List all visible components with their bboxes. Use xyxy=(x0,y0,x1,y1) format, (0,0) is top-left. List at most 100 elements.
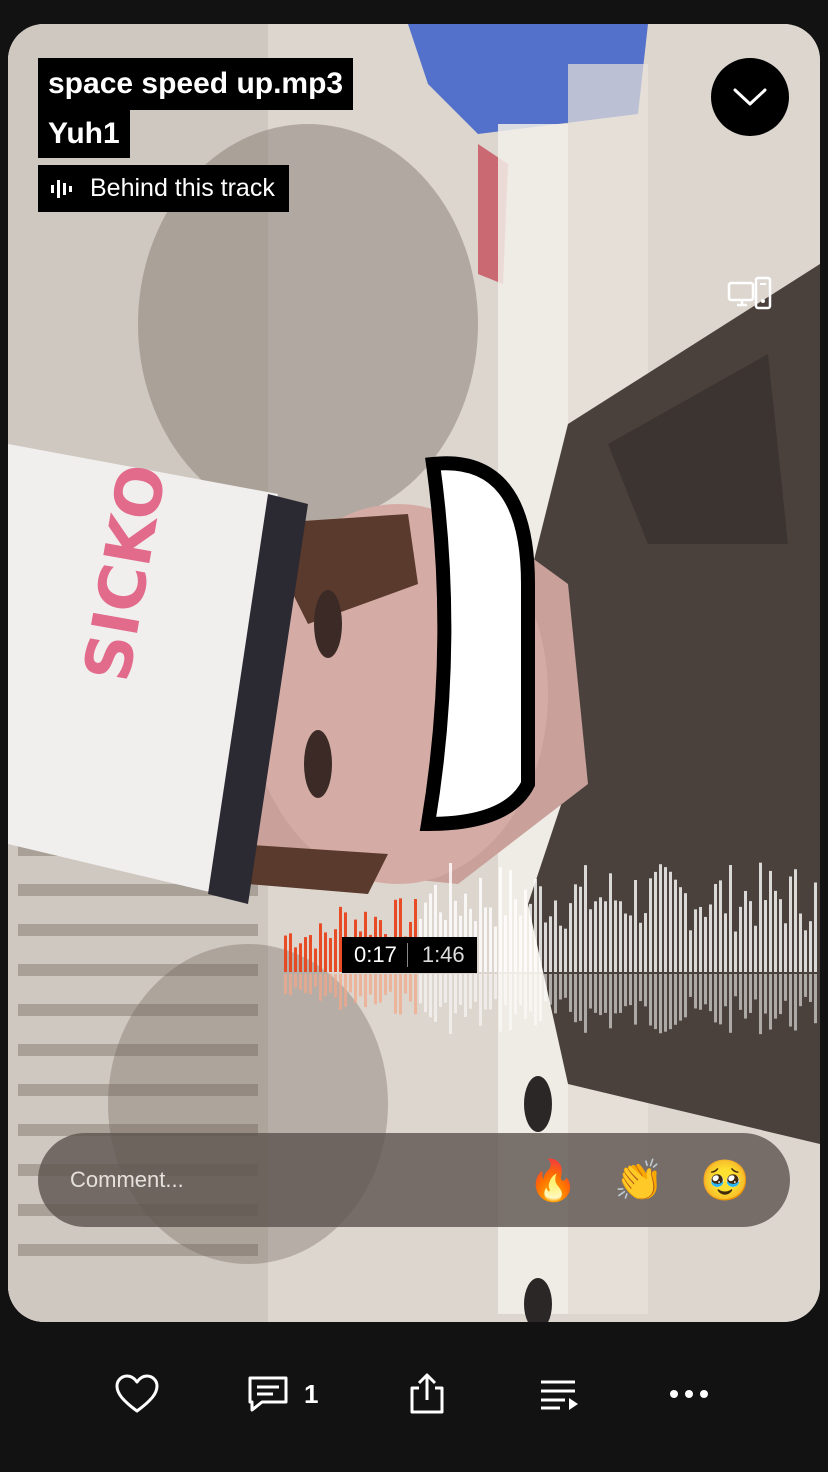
waveform-reflection-bar xyxy=(629,974,632,1006)
waveform-bar xyxy=(324,932,327,972)
behind-this-track-label: Behind this track xyxy=(90,174,275,202)
playback-time: 0:17 1:46 xyxy=(342,937,477,973)
waveform-icon xyxy=(50,178,76,200)
reaction-pleading-button[interactable]: 🥹 xyxy=(700,1155,750,1205)
reaction-clap-button[interactable]: 👏 xyxy=(614,1155,664,1205)
waveform-bar xyxy=(809,921,812,972)
waveform-reflection-bar xyxy=(534,974,537,1026)
waveform-bar xyxy=(524,889,527,972)
more-options-button[interactable] xyxy=(668,1370,710,1418)
cast-devices-button[interactable] xyxy=(726,274,774,314)
waveform-reflection-bar xyxy=(379,974,382,1003)
share-icon xyxy=(410,1373,444,1414)
waveform-bar xyxy=(599,897,602,972)
waveform-bar xyxy=(669,871,672,972)
waveform-bar xyxy=(744,890,747,972)
waveform-bar xyxy=(664,867,667,972)
waveform-bar xyxy=(299,943,302,972)
waveform-bar xyxy=(659,864,662,972)
waveform-bar xyxy=(789,876,792,972)
waveform-reflection-bar xyxy=(649,974,652,1026)
waveform-bar xyxy=(284,935,287,972)
comment-input[interactable]: Comment... xyxy=(70,1167,528,1193)
waveform-reflection-bar xyxy=(709,974,712,1012)
waveform-bar xyxy=(329,938,332,972)
waveform-reflection-bar xyxy=(319,974,322,1001)
waveform-reflection-bar xyxy=(299,974,302,990)
waveform-bar xyxy=(534,878,537,972)
waveform-bar xyxy=(754,925,757,972)
waveform-reflection-bar xyxy=(284,974,287,995)
waveform-bar xyxy=(714,883,717,972)
waveform-reflection-bar xyxy=(624,974,627,1007)
waveform-reflection-bar xyxy=(574,974,577,1023)
waveform-reflection-bar xyxy=(714,974,717,1023)
reaction-fire-button[interactable]: 🔥 xyxy=(528,1155,578,1205)
waveform-reflection-bar xyxy=(704,974,707,1005)
waveform-reflection-bar xyxy=(639,974,642,1002)
waveform-reflection-bar xyxy=(354,974,357,1003)
waveform-bar xyxy=(569,903,572,972)
waveform-reflection-bar xyxy=(504,974,507,1006)
waveform-bar xyxy=(794,869,797,972)
track-artwork: SICKO space speed up.mp3 Yuh1 Behind thi… xyxy=(8,24,820,1322)
waveform-reflection-bar xyxy=(809,974,812,1002)
share-button[interactable] xyxy=(407,1370,447,1418)
waveform-reflection-bar xyxy=(474,974,477,1002)
artwork-image: SICKO xyxy=(8,24,820,1322)
track-title[interactable]: space speed up.mp3 xyxy=(38,58,354,110)
waveform-reflection-bar xyxy=(754,974,757,1000)
waveform-bar xyxy=(644,913,647,972)
waveform-reflection-bar xyxy=(719,974,722,1025)
waveform-reflection-bar xyxy=(424,974,427,1013)
waveform-reflection-bar xyxy=(759,974,762,1035)
waveform-bar xyxy=(609,873,612,972)
waveform-bar xyxy=(759,862,762,972)
waveform-reflection-bar xyxy=(549,974,552,1005)
waveform-bar xyxy=(494,926,497,972)
waveform-bar xyxy=(319,923,322,972)
comment-icon xyxy=(248,1376,288,1412)
waveform-bar xyxy=(634,879,637,972)
waveform-reflection-bar xyxy=(484,974,487,1010)
waveform-bar xyxy=(479,877,482,972)
waveform-reflection-bar xyxy=(779,974,782,1015)
waveform-bar xyxy=(739,906,742,972)
queue-button[interactable] xyxy=(538,1370,580,1418)
waveform-reflection-bar xyxy=(554,974,557,1014)
waveform-reflection-bar xyxy=(469,974,472,1009)
waveform-bar xyxy=(629,915,632,972)
artist-name[interactable]: Yuh1 xyxy=(38,110,130,158)
more-icon xyxy=(670,1390,708,1398)
waveform-bar xyxy=(314,948,317,972)
waveform-reflection-bar xyxy=(589,974,592,1009)
waveform-bar xyxy=(699,906,702,972)
comments-button[interactable]: 1 xyxy=(246,1370,318,1418)
waveform-reflection-bar xyxy=(339,974,342,1010)
waveform-reflection-bar xyxy=(679,974,682,1021)
waveform-reflection-bar xyxy=(814,974,817,1024)
like-button[interactable] xyxy=(114,1370,160,1418)
waveform-reflection-bar xyxy=(619,974,622,1013)
waveform-reflection-bar xyxy=(729,974,732,1033)
waveform-reflection-bar xyxy=(604,974,607,1013)
waveform-reflection-bar xyxy=(394,974,397,1014)
waveform-bar xyxy=(694,909,697,972)
waveform-reflection-bar xyxy=(569,974,572,1012)
waveform-reflection-bar xyxy=(784,974,787,1001)
waveform-reflection-bar xyxy=(384,974,387,995)
behind-this-track-button[interactable]: Behind this track xyxy=(38,165,289,212)
waveform-bar xyxy=(594,901,597,972)
waveform-reflection-bar xyxy=(594,974,597,1013)
waveform-bar xyxy=(679,887,682,972)
waveform-reflection-bar xyxy=(324,974,327,996)
waveform-bar xyxy=(684,893,687,972)
waveform-reflection-bar xyxy=(544,974,547,1002)
waveform-reflection-bar xyxy=(804,974,807,997)
waveform-reflection-bar xyxy=(539,974,542,1022)
waveform-bar xyxy=(514,899,517,972)
waveform-reflection-bar xyxy=(314,974,317,987)
collapse-player-button[interactable] xyxy=(711,58,789,136)
waveform-reflection-bar xyxy=(389,974,392,992)
waveform-reflection-bar xyxy=(519,974,522,1006)
